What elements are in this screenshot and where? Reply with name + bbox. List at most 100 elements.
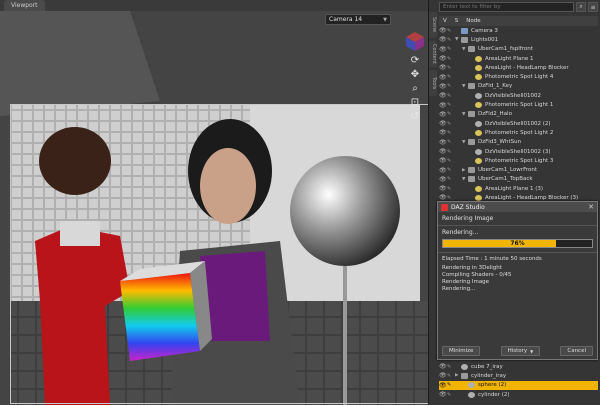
group-node-icon (461, 372, 468, 379)
log-line: Rendering... (442, 286, 476, 292)
search-input[interactable] (439, 2, 574, 12)
select-toggle-icon[interactable]: ✎ (447, 74, 455, 80)
visibility-eye-icon[interactable]: 👁︎ (439, 363, 447, 370)
select-toggle-icon[interactable]: ✎ (447, 176, 455, 182)
dialog-titlebar[interactable]: DAZ Studio ✕ (438, 202, 597, 212)
visibility-eye-icon[interactable]: 👁︎ (439, 129, 447, 136)
select-toggle-icon[interactable]: ✎ (447, 46, 455, 52)
tree-row[interactable]: 👁︎ ✎ Photometric Spot Light 2 (439, 128, 598, 137)
camera-select-value: Camera 14 (329, 16, 363, 23)
visibility-eye-icon[interactable]: 👁︎ (439, 74, 447, 81)
visibility-eye-icon[interactable]: 👁︎ (439, 157, 447, 164)
minimize-button[interactable]: Minimize (442, 346, 481, 356)
visibility-eye-icon[interactable]: 👁︎ (439, 167, 447, 174)
visibility-eye-icon[interactable]: 👁︎ (439, 139, 447, 146)
select-toggle-icon[interactable]: ✎ (447, 37, 455, 43)
select-toggle-icon[interactable]: ✎ (447, 28, 455, 34)
tab-content[interactable]: Content (429, 41, 437, 67)
tree-row[interactable]: 👁︎ ✎ cube 7_iray (439, 362, 598, 371)
cancel-button[interactable]: Cancel (560, 346, 593, 356)
tree-row[interactable]: 👁︎ ✎ Camera 3 (439, 26, 598, 35)
select-toggle-icon[interactable]: ✎ (447, 93, 455, 99)
mesh-node-icon (468, 391, 475, 398)
tree-row[interactable]: 👁︎ ✎ ▼ UberCam1_TopBack (439, 175, 598, 184)
visibility-eye-icon[interactable]: 👁︎ (439, 111, 447, 118)
tree-row-label: cylinder (2) (478, 391, 510, 398)
tree-row[interactable]: 👁︎ ✎ ▼ DzFld2_Halo (439, 110, 598, 119)
view-cube-icon[interactable] (404, 30, 426, 52)
visibility-eye-icon[interactable]: 👁︎ (439, 382, 447, 389)
select-toggle-icon[interactable]: ✎ (447, 56, 455, 62)
history-button[interactable]: History ▼ (500, 346, 541, 356)
select-toggle-icon[interactable]: ✎ (447, 102, 455, 108)
visibility-eye-icon[interactable]: 👁︎ (439, 120, 447, 127)
pan-icon[interactable]: ✥ (408, 68, 422, 80)
status-label: Rendering... (442, 229, 479, 236)
zoom-icon[interactable]: ⌕ (408, 82, 422, 94)
tree-row[interactable]: 👁︎ ✎ cylinder (2) (439, 390, 598, 399)
select-toggle-icon[interactable]: ✎ (447, 111, 455, 117)
render-scene[interactable] (0, 11, 428, 405)
tab-scene[interactable]: Scene (429, 12, 437, 38)
select-toggle-icon[interactable]: ✎ (447, 158, 455, 164)
visibility-eye-icon[interactable]: 👁︎ (439, 102, 447, 109)
select-toggle-icon[interactable]: ✎ (447, 121, 455, 127)
tree-row[interactable]: 👁︎ ✎ ▼ Lights001 (439, 35, 598, 44)
visibility-eye-icon[interactable]: 👁︎ (439, 391, 447, 398)
select-toggle-icon[interactable]: ✎ (447, 149, 455, 155)
tree-row[interactable]: 👁︎ ✎ ▼ DzFld_1_Key (439, 82, 598, 91)
select-toggle-icon[interactable]: ✎ (447, 392, 455, 398)
tree-row[interactable]: 👁︎ ✎ ▶ UberCam1_LowrFront (439, 165, 598, 174)
visibility-eye-icon[interactable]: 👁︎ (439, 372, 447, 379)
orbit-icon[interactable]: ⟳ (408, 54, 422, 66)
visibility-eye-icon[interactable]: 👁︎ (439, 55, 447, 62)
tree-row-label: DzVisibleShell01002 (2) (485, 120, 551, 127)
tree-row[interactable]: 👁︎ ✎ DzVisibleShell01002 (439, 91, 598, 100)
visibility-eye-icon[interactable]: 👁︎ (439, 64, 447, 71)
tree-row-label: Lights001 (471, 36, 499, 43)
tree-row[interactable]: 👁︎ ✎ ▼ DzFld3_WhtSun (439, 138, 598, 147)
visibility-eye-icon[interactable]: 👁︎ (439, 83, 447, 90)
select-toggle-icon[interactable]: ✎ (447, 186, 455, 192)
tree-row[interactable]: 👁︎ ✎ AreaLight Plane 1 (3) (439, 184, 598, 193)
tree-row[interactable]: 👁︎ ✎ Photometric Spot Light 4 (439, 72, 598, 81)
select-toggle-icon[interactable]: ✎ (447, 364, 455, 370)
search-icon[interactable]: ⌕ (576, 2, 586, 12)
tree-row[interactable]: 👁︎ ✎ DzVisibleShell01002 (2) (439, 119, 598, 128)
tab-tools[interactable]: Tools (429, 70, 437, 96)
visibility-eye-icon[interactable]: 👁︎ (439, 176, 447, 183)
select-toggle-icon[interactable]: ✎ (447, 130, 455, 136)
visibility-eye-icon[interactable]: 👁︎ (439, 46, 447, 53)
close-icon[interactable]: ✕ (588, 203, 594, 211)
mesh-node-icon (475, 92, 482, 99)
select-toggle-icon[interactable]: ✎ (447, 83, 455, 89)
select-toggle-icon[interactable]: ✎ (447, 167, 455, 173)
select-toggle-icon[interactable]: ✎ (447, 373, 455, 379)
scene-tree: 👁︎ ✎ Camera 3 👁︎ ✎ ▼ Lights001 👁︎ ✎ ▼ UberCam1_fsp… (439, 26, 598, 203)
frame-icon[interactable]: ⊡ (408, 96, 422, 108)
viewport-pane[interactable]: Viewport Camera 14 ▼ ⟳ ✥ ⌕ ⊡ ↺ (0, 0, 428, 405)
reset-icon[interactable]: ↺ (408, 110, 422, 122)
options-icon[interactable]: ≡ (588, 2, 598, 12)
tree-row[interactable]: 👁︎ ✎ sphere (2) (439, 380, 598, 390)
tree-row[interactable]: 👁︎ ✎ ▶ cylinder_iray (439, 371, 598, 380)
visibility-eye-icon[interactable]: 👁︎ (439, 36, 447, 43)
tree-row[interactable]: 👁︎ ✎ Photometric Spot Light 3 (439, 156, 598, 165)
visibility-eye-icon[interactable]: 👁︎ (439, 148, 447, 155)
visibility-eye-icon[interactable]: 👁︎ (439, 27, 447, 34)
tree-row[interactable]: 👁︎ ✎ AreaLight Plane 1 (439, 54, 598, 63)
tree-row[interactable]: 👁︎ ✎ AreaLight - HeadLamp Blocker (439, 63, 598, 72)
tree-row[interactable]: 👁︎ ✎ ▼ UberCam1_fsplfront (439, 45, 598, 54)
select-toggle-icon[interactable]: ✎ (447, 65, 455, 71)
visibility-eye-icon[interactable]: 👁︎ (439, 92, 447, 99)
tab-viewport[interactable]: Viewport (4, 0, 45, 11)
visibility-eye-icon[interactable]: 👁︎ (439, 185, 447, 192)
select-toggle-icon[interactable]: ✎ (447, 139, 455, 145)
select-toggle-icon[interactable]: ✎ (447, 382, 455, 388)
tree-row[interactable]: 👁︎ ✎ Photometric Spot Light 1 (439, 100, 598, 109)
tree-row[interactable]: 👁︎ ✎ DzVisibleShell01002 (3) (439, 147, 598, 156)
tree-row-label: AreaLight Plane 1 (3) (485, 185, 544, 192)
tree-row-label: AreaLight - HeadLamp Blocker (485, 64, 569, 71)
camera-select[interactable]: Camera 14 ▼ (325, 14, 391, 25)
search-row: ⌕ ≡ (439, 2, 598, 13)
